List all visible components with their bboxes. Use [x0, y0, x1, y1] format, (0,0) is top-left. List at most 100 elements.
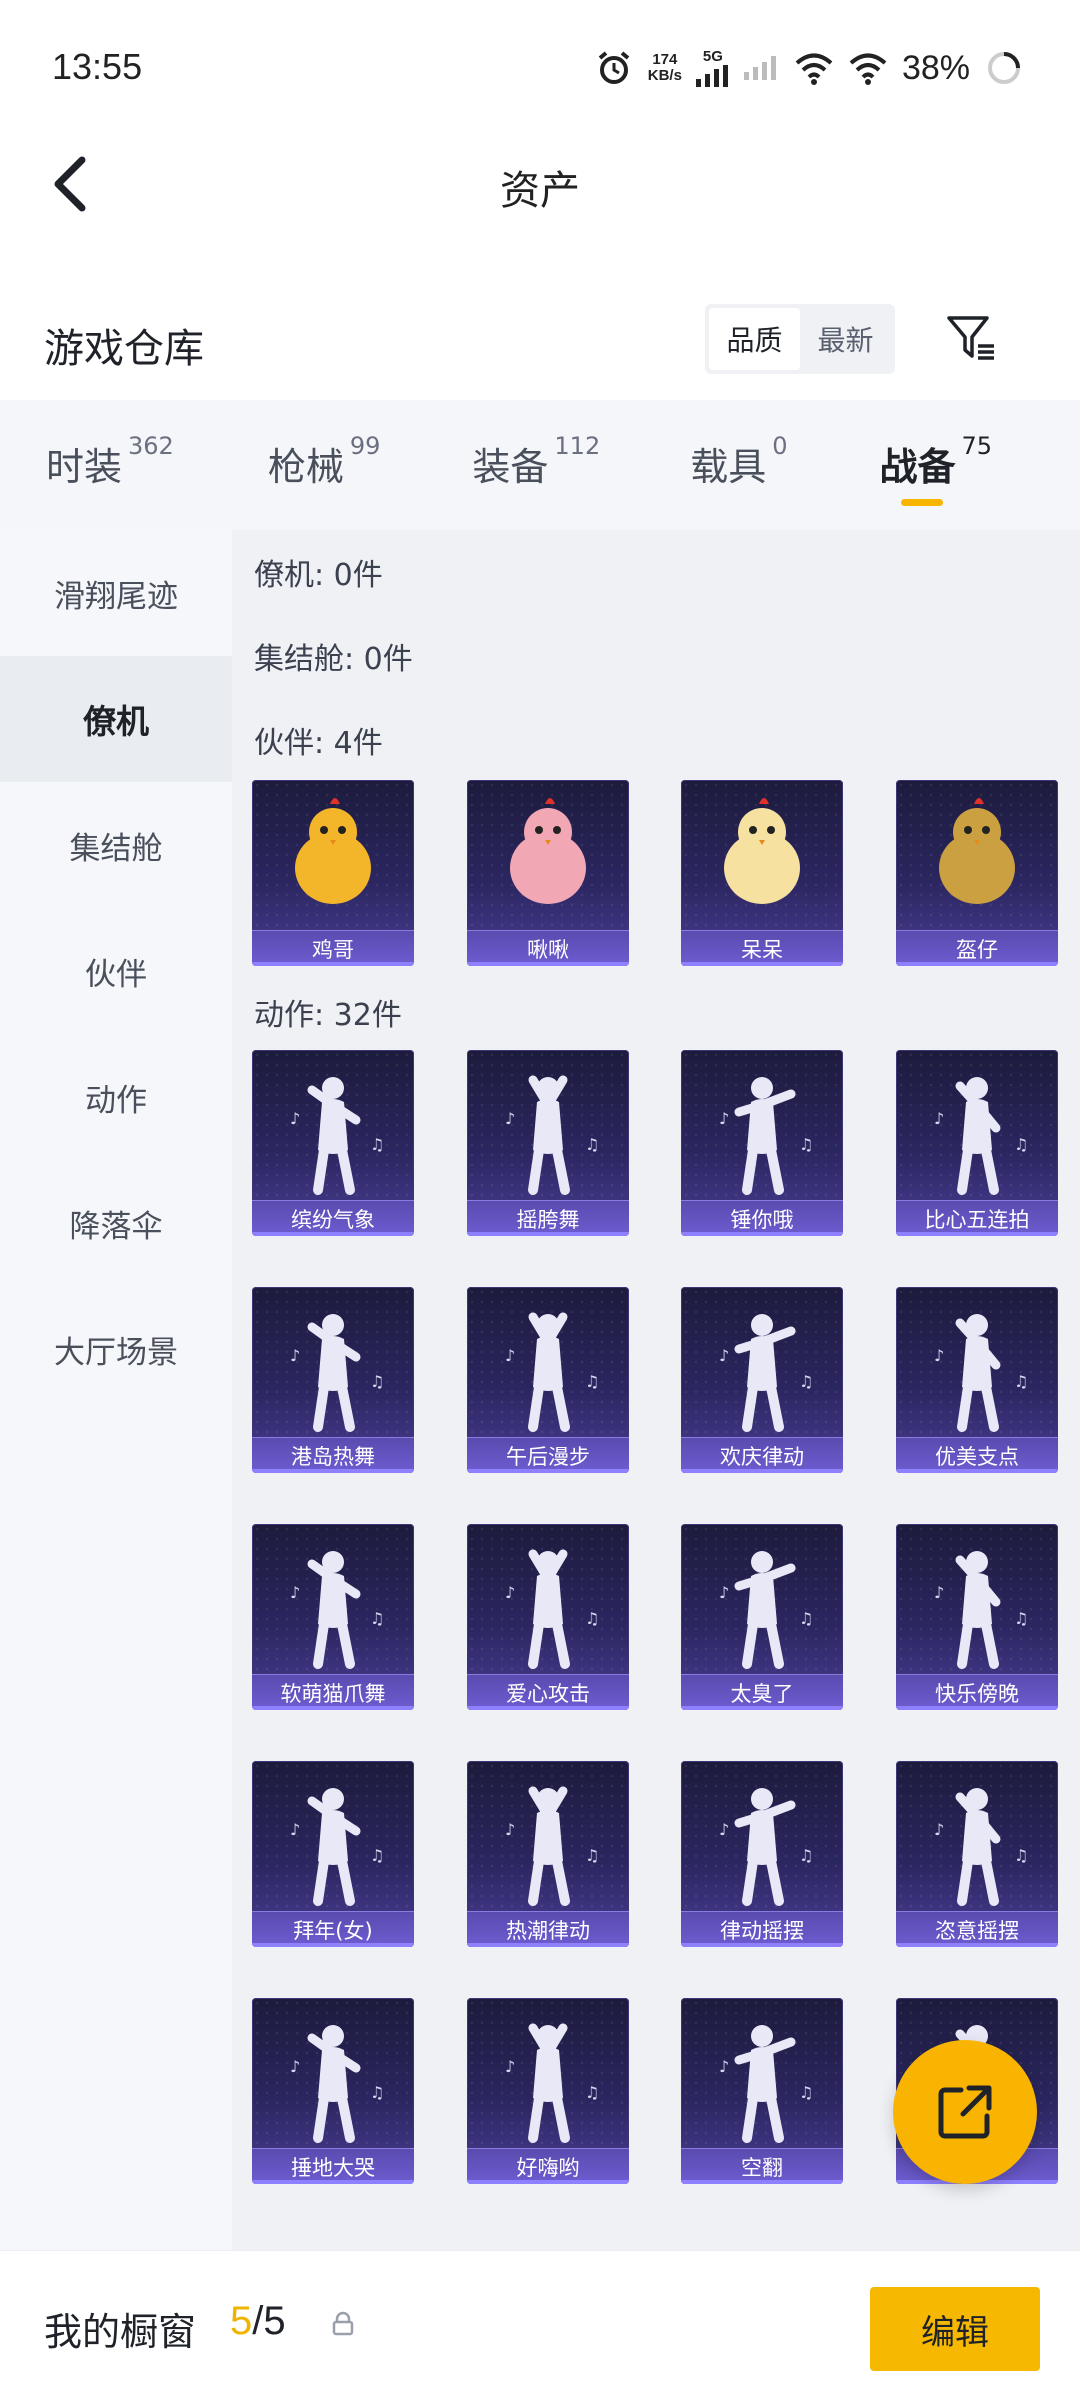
alarm-icon	[598, 51, 630, 84]
sort-quality-option[interactable]: 品质	[709, 308, 800, 370]
group-label-emote: 动作: 32件	[254, 998, 402, 1033]
emote-card[interactable]: ♪ ♫ 摇胯舞	[467, 1050, 629, 1236]
emote-figure-icon: ♪♫	[934, 1077, 1028, 1195]
svg-text:♪: ♪	[719, 1109, 729, 1128]
status-bar: 13:55 174 KB/s 5G 38%	[0, 0, 1080, 140]
category-tabs: 时装 362 枪械 99 装备 112 载具 0 战备 75	[0, 400, 1080, 530]
emote-card[interactable]: ♪ ♫ 热潮律动	[467, 1761, 629, 1947]
card-bottom-line	[896, 1943, 1058, 1947]
share-button[interactable]	[893, 2040, 1037, 2184]
sidebar-item-partner[interactable]: 伙伴	[0, 908, 232, 1034]
card-bottom-line	[467, 1943, 629, 1947]
emote-card[interactable]: ♪ ♫ 缤纷气象	[252, 1050, 414, 1236]
card-bottom-line	[681, 1232, 843, 1236]
tab-count: 75	[961, 432, 993, 460]
sidebar-item-capsule[interactable]: 集结舱	[0, 782, 232, 908]
tab-battle-gear[interactable]: 战备 75	[879, 400, 993, 530]
emote-figure-icon: ♪♫	[290, 1077, 384, 1195]
lock-icon	[332, 2311, 354, 2336]
status-indicators: 174 KB/s 5G 38%	[594, 46, 1024, 90]
emote-figure-icon: ♪♫	[505, 1075, 599, 1195]
card-bottom-line	[681, 1706, 843, 1710]
partner-card[interactable]: 呆呆	[681, 780, 843, 966]
partner-figure-icon	[295, 798, 371, 904]
emote-figure-icon: ♪♫	[290, 1551, 384, 1669]
wifi-icon-secondary	[849, 53, 887, 85]
emote-card[interactable]: ♪ ♫ 港岛热舞	[252, 1287, 414, 1473]
svg-text:♫: ♫	[370, 2083, 384, 2102]
tab-guns[interactable]: 枪械 99	[268, 400, 381, 530]
svg-text:♪: ♪	[719, 1583, 729, 1602]
card-bottom-line	[896, 1232, 1058, 1236]
tab-count: 0	[772, 432, 788, 460]
svg-text:♪: ♪	[290, 1820, 300, 1839]
svg-text:♫: ♫	[585, 1135, 599, 1154]
svg-text:♫: ♫	[370, 1609, 384, 1628]
share-icon	[938, 2085, 992, 2139]
tab-label: 时装	[46, 445, 123, 489]
partner-card[interactable]: 盔仔	[896, 780, 1058, 966]
emote-card[interactable]: ♪ ♫ 空翻	[681, 1998, 843, 2184]
card-bottom-line	[467, 962, 629, 966]
emote-card[interactable]: ♪ ♫ 午后漫步	[467, 1287, 629, 1473]
svg-text:♪: ♪	[934, 1109, 944, 1128]
group-label-wingman: 僚机: 0件	[254, 558, 383, 593]
tab-vehicles[interactable]: 载具 0	[690, 400, 787, 530]
emote-card[interactable]: ♪ ♫ 好嗨哟	[467, 1998, 629, 2184]
tab-equipment[interactable]: 装备 112	[472, 400, 600, 530]
emote-card[interactable]: ♪ ♫ 比心五连拍	[896, 1050, 1058, 1236]
tab-label: 装备	[472, 445, 549, 489]
emote-card[interactable]: ♪ ♫ 拜年(女)	[252, 1761, 414, 1947]
filter-button[interactable]	[940, 306, 1004, 370]
emote-figure-icon: ♪♫	[505, 2023, 599, 2143]
edit-button[interactable]: 编辑	[870, 2287, 1040, 2371]
emote-card[interactable]: ♪ ♫ 恣意摇摆	[896, 1761, 1058, 1947]
showcase-max: 5	[263, 2299, 286, 2343]
emote-card[interactable]: ♪ ♫ 锤你哦	[681, 1050, 843, 1236]
sidebar-item-wingman[interactable]: 僚机	[0, 656, 232, 782]
partner-card[interactable]: 鸡哥	[252, 780, 414, 966]
sidebar-item-emote[interactable]: 动作	[0, 1034, 232, 1160]
network-type: 5G	[702, 48, 723, 65]
active-tab-indicator	[900, 499, 943, 506]
tab-count: 99	[349, 432, 381, 460]
emote-card[interactable]: ♪ ♫ 太臭了	[681, 1524, 843, 1710]
tab-count: 362	[128, 432, 174, 460]
emote-figure-icon: ♪♫	[934, 1314, 1028, 1432]
partner-card[interactable]: 啾啾	[467, 780, 629, 966]
emote-card[interactable]: ♪ ♫ 优美支点	[896, 1287, 1058, 1473]
emote-card[interactable]: ♪ ♫ 软萌猫爪舞	[252, 1524, 414, 1710]
svg-text:♪: ♪	[505, 1109, 515, 1128]
card-label: 啾啾	[467, 930, 629, 966]
emote-figure-icon: ♪♫	[290, 2025, 384, 2143]
svg-text:♫: ♫	[370, 1135, 384, 1154]
emote-card[interactable]: ♪ ♫ 捶地大哭	[252, 1998, 414, 2184]
svg-text:♫: ♫	[799, 1609, 813, 1628]
card-label: 软萌猫爪舞	[252, 1674, 414, 1710]
card-label: 呆呆	[681, 930, 843, 966]
tab-label: 战备	[879, 445, 956, 489]
card-bottom-line	[252, 1706, 414, 1710]
emote-card[interactable]: ♪ ♫ 欢庆律动	[681, 1287, 843, 1473]
group-label-capsule: 集结舱: 0件	[254, 642, 413, 677]
emote-card[interactable]: ♪ ♫ 快乐傍晚	[896, 1524, 1058, 1710]
svg-text:♫: ♫	[799, 1135, 813, 1154]
emote-figure-icon: ♪♫	[290, 1788, 384, 1906]
card-label: 鸡哥	[252, 930, 414, 966]
sidebar: 滑翔尾迹 僚机 集结舱 伙伴 动作 降落伞 大厅场景	[0, 530, 232, 2250]
svg-text:♫: ♫	[1014, 1135, 1028, 1154]
tab-label: 枪械	[267, 445, 344, 489]
card-label: 空翻	[681, 2148, 843, 2184]
svg-text:♪: ♪	[290, 1583, 300, 1602]
emote-figure-icon: ♪♫	[505, 1549, 599, 1669]
emote-card[interactable]: ♪ ♫ 律动摇摆	[681, 1761, 843, 1947]
sidebar-item-parachute[interactable]: 降落伞	[0, 1160, 232, 1286]
emote-card[interactable]: ♪ ♫ 爱心攻击	[467, 1524, 629, 1710]
sidebar-item-glide-trail[interactable]: 滑翔尾迹	[0, 530, 232, 656]
assets-page: 13:55 174 KB/s 5G 38% 资产 游戏仓库 品质 最新 时装 3…	[0, 0, 1080, 2400]
sort-newest-option[interactable]: 最新	[800, 308, 891, 370]
tab-fashion[interactable]: 时装 362	[46, 400, 174, 530]
emote-figure-icon: ♪♫	[719, 1788, 813, 1906]
sidebar-item-lobby-scene[interactable]: 大厅场景	[0, 1286, 232, 1412]
battery-percent: 38%	[901, 48, 970, 87]
